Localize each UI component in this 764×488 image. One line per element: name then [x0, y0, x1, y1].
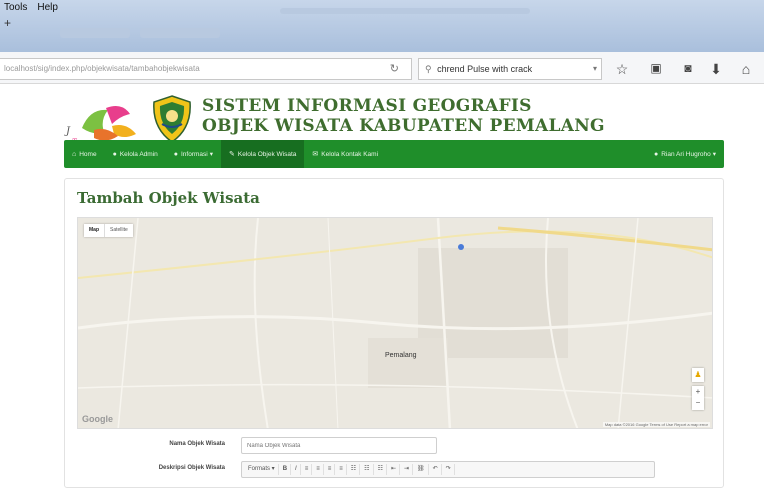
- clipboard-icon[interactable]: ▣: [648, 61, 664, 75]
- search-text: chrend Pulse with crack: [437, 64, 533, 74]
- nav-kelola-objek-wisata-label: Kelola Objek Wisata: [237, 150, 297, 158]
- address-bar[interactable]: localhost/sig/index.php/objekwisata/tamb…: [0, 58, 412, 80]
- user-icon: ●: [112, 150, 117, 158]
- content-panel: Tambah Objek Wisata Map Satellite Pemala…: [64, 178, 724, 488]
- description-label: Deskripsi Objek Wisata: [158, 465, 225, 471]
- nav-kelola-objek-wisata[interactable]: ✎ Kelola Objek Wisata: [221, 140, 305, 168]
- tab-blurred[interactable]: [60, 28, 130, 38]
- pocket-icon[interactable]: ◙: [680, 61, 696, 75]
- outdent-button[interactable]: ⇤: [388, 464, 400, 475]
- window-title-blurred: [280, 8, 530, 14]
- list-dropdown-button[interactable]: ☷: [375, 464, 387, 475]
- name-label: Nama Objek Wisata: [169, 441, 225, 447]
- align-center-button[interactable]: ≡: [313, 464, 324, 475]
- nav-kelola-kontak-kami-label: Kelola Kontak Kami: [321, 150, 379, 158]
- reload-icon[interactable]: ↻: [390, 59, 399, 79]
- align-justify-button[interactable]: ≡: [336, 464, 347, 475]
- star-icon[interactable]: ☆: [614, 61, 630, 78]
- map-attribution[interactable]: Map data ©2016 Google Terms of Use Repor…: [602, 422, 710, 427]
- nav-kelola-admin-label: Kelola Admin: [119, 150, 158, 158]
- nav-user-menu[interactable]: ● Rian Ari Hugroho ▾: [646, 140, 724, 168]
- nav-kelola-kontak-kami[interactable]: ✉ Kelola Kontak Kami: [304, 140, 386, 168]
- caret-down-icon: ▾: [209, 151, 213, 158]
- italic-button[interactable]: I: [292, 464, 301, 475]
- site-title-line2: OBJEK WISATA KABUPATEN PEMALANG: [202, 116, 605, 136]
- menu-tools[interactable]: Tools: [2, 1, 29, 14]
- user-icon: ●: [654, 150, 659, 158]
- map-type-control[interactable]: Map Satellite: [84, 224, 133, 237]
- site-container: J T SISTEM INFORMASI GEOGRAFIS OBJEK WIS…: [64, 84, 724, 488]
- undo-button[interactable]: ↶: [430, 464, 442, 475]
- nav-home[interactable]: ⌂ Home: [64, 140, 105, 168]
- envelope-icon: ✉: [312, 151, 319, 158]
- formats-label: Formats: [248, 466, 271, 472]
- nav-home-label: Home: [79, 150, 97, 158]
- menu-help[interactable]: Help: [35, 1, 60, 14]
- formats-dropdown[interactable]: Formats ▾: [245, 464, 279, 475]
- google-map[interactable]: Map Satellite Pemalang Google Map data ©…: [77, 217, 713, 429]
- search-icon: ⚲: [425, 64, 432, 74]
- browser-toolbar: localhost/sig/index.php/objekwisata/tamb…: [0, 52, 764, 84]
- nav-informasi[interactable]: ● Informasi ▾: [166, 140, 221, 168]
- google-logo: Google: [82, 414, 113, 424]
- nav-user-label: Rian Ari Hugroho: [661, 150, 711, 158]
- map-marker-icon[interactable]: [458, 244, 464, 250]
- site-title-line1: SISTEM INFORMASI GEOGRAFIS: [202, 96, 532, 116]
- map-type-map[interactable]: Map: [84, 224, 105, 237]
- form-row-name: Nama Objek Wisata: [65, 437, 725, 457]
- map-type-satellite[interactable]: Satellite: [105, 224, 133, 237]
- link-button[interactable]: ⛓: [414, 464, 429, 475]
- align-right-button[interactable]: ≡: [325, 464, 336, 475]
- map-roads: [78, 218, 712, 428]
- name-input[interactable]: [241, 437, 437, 454]
- align-left-button[interactable]: ≡: [302, 464, 313, 475]
- bold-button[interactable]: B: [280, 464, 292, 475]
- browser-menubar: Tools Help: [2, 1, 60, 14]
- pencil-icon: ✎: [229, 151, 235, 158]
- numbered-list-button[interactable]: ☷: [361, 464, 374, 475]
- nav-informasi-label: Informasi: [181, 150, 208, 158]
- tab-blurred[interactable]: [140, 28, 220, 38]
- main-navbar: ⌂ Home ● Kelola Admin ● Informasi ▾ ✎ Ke…: [64, 140, 724, 168]
- address-url: localhost/sig/index.php/objekwisata/tamb…: [4, 64, 200, 73]
- home-icon[interactable]: ⌂: [738, 61, 754, 77]
- pemalang-emblem: [153, 95, 191, 143]
- zoom-out-button[interactable]: −: [692, 397, 704, 408]
- bullet-list-button[interactable]: ☷: [348, 464, 361, 475]
- editor-toolbar: Formats ▾ B I ≡ ≡ ≡ ≡ ☷ ☷ ☷ ⇤ ⇥ ⛓ ↶ ↷: [241, 461, 655, 478]
- map-place-label: Pemalang: [385, 352, 417, 359]
- download-icon[interactable]: ⬇: [708, 61, 724, 78]
- new-tab-button[interactable]: +: [4, 16, 11, 30]
- site-title: SISTEM INFORMASI GEOGRAFIS OBJEK WISATA …: [202, 96, 605, 136]
- page-title: Tambah Objek Wisata: [77, 189, 260, 207]
- zoom-control[interactable]: + −: [692, 386, 704, 410]
- info-icon: ●: [173, 150, 178, 158]
- form-row-description: Deskripsi Objek Wisata Formats ▾ B I ≡ ≡…: [65, 461, 725, 481]
- indent-button[interactable]: ⇥: [401, 464, 414, 475]
- nav-kelola-admin[interactable]: ● Kelola Admin: [105, 140, 166, 168]
- search-box[interactable]: ⚲ chrend Pulse with crack ▾: [418, 58, 602, 80]
- search-dropdown-icon[interactable]: ▾: [593, 59, 597, 79]
- browser-titlebar: Tools Help +: [0, 0, 764, 52]
- zoom-in-button[interactable]: +: [692, 386, 704, 397]
- home-icon: ⌂: [72, 150, 77, 158]
- pegman-icon[interactable]: ♟: [692, 368, 704, 382]
- redo-button[interactable]: ↷: [443, 464, 455, 475]
- svg-text:J: J: [64, 126, 71, 137]
- caret-down-icon: ▾: [712, 151, 716, 158]
